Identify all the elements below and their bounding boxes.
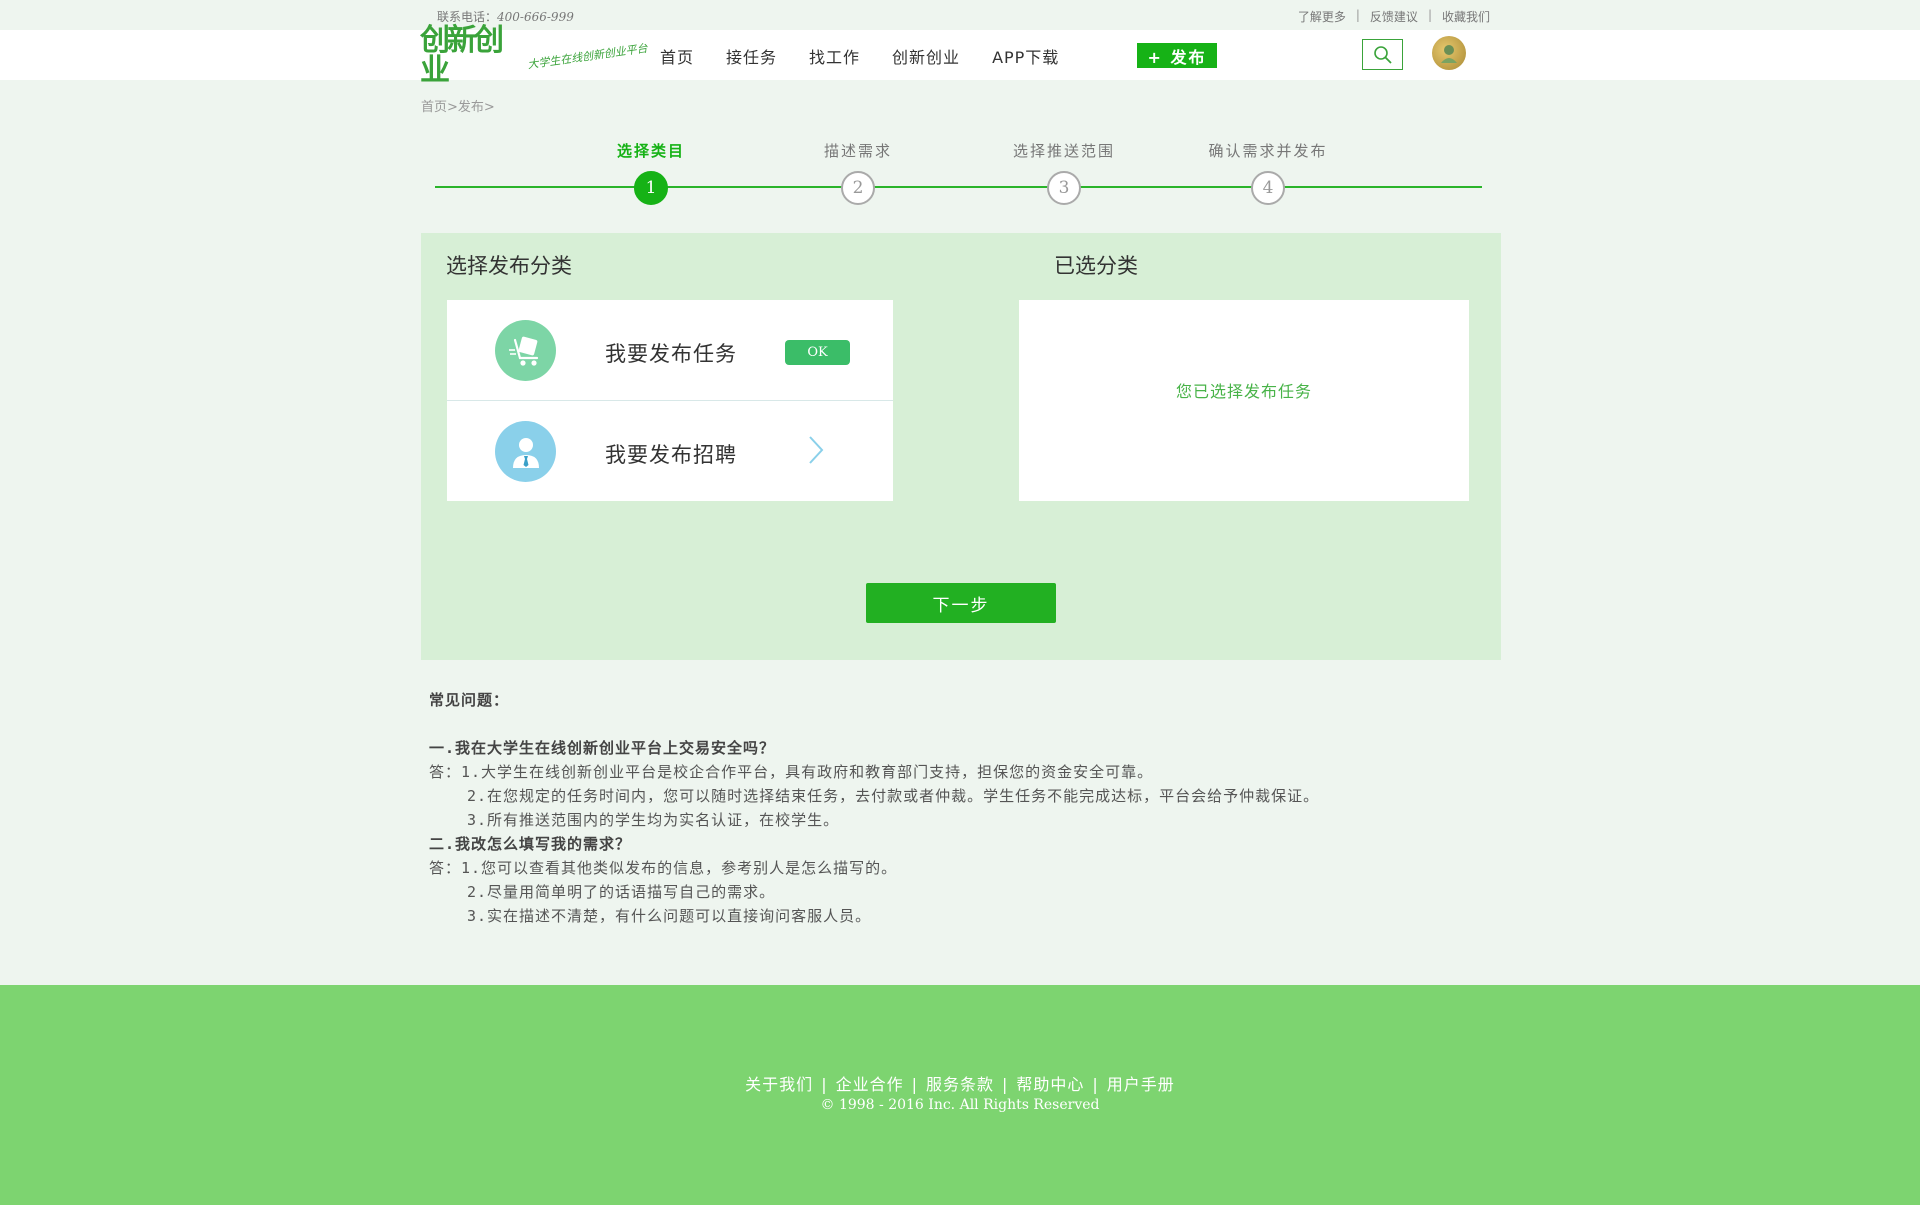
separator: |	[1355, 8, 1360, 22]
footer: 关于我们 | 企业合作 | 服务条款 | 帮助中心 | 用户手册 © 1998 - 2016 I…	[0, 985, 1920, 1205]
footer-links: 关于我们 | 企业合作 | 服务条款 | 帮助中心 | 用户手册	[0, 1071, 1920, 1095]
nav-jobs[interactable]: 找工作	[809, 44, 860, 68]
faq-title: 常见问题：	[429, 691, 510, 709]
copyright: © 1998 - 2016 Inc. All Rights Reserved	[820, 1097, 1100, 1113]
top-bar: 联系电话：400-666-999 了解更多 | 反馈建议 | 收藏我们	[0, 0, 1920, 30]
step-number: 4	[1251, 171, 1285, 205]
faq-answer: 3.所有推送范围内的学生均为实名认证，在校学生。	[467, 811, 840, 829]
publish-button[interactable]: + 发布	[1137, 43, 1217, 68]
avatar-icon	[1441, 45, 1457, 63]
search-icon	[1373, 45, 1392, 64]
step-label: 选择类目	[616, 142, 685, 160]
bookmark-link[interactable]: 收藏我们	[1442, 8, 1490, 25]
step-number: 3	[1047, 171, 1081, 205]
selected-category-box: 您已选择发布任务	[1019, 300, 1469, 501]
step-4: 确认需求并发布 4	[1198, 140, 1338, 205]
step-label: 确认需求并发布	[1208, 142, 1328, 160]
main-nav: 首页 接任务 找工作 创新创业 APP下载	[660, 44, 1091, 68]
logo-slogan: 大学生在线创新创业平台	[526, 41, 649, 72]
faq-answer: 答：1.您可以查看其他类似发布的信息，参考别人是怎么描写的。	[429, 859, 898, 877]
footer-about-link[interactable]: 关于我们	[745, 1075, 813, 1094]
footer-help-link[interactable]: 帮助中心	[1016, 1075, 1084, 1094]
category-list: 我要发布任务 OK 我要发布招聘	[447, 300, 893, 501]
footer-terms-link[interactable]: 服务条款	[926, 1075, 994, 1094]
chevron-right-icon	[809, 436, 824, 464]
separator: |	[821, 1075, 828, 1094]
separator: |	[1002, 1075, 1009, 1094]
header: 创新创业 大学生在线创新创业平台 首页 接任务 找工作 创新创业 APP下载 +…	[0, 26, 1920, 86]
learn-more-link[interactable]: 了解更多	[1298, 8, 1346, 25]
selected-category-text: 您已选择发布任务	[1175, 382, 1312, 401]
selected-category-heading: 已选分类	[1054, 254, 1138, 278]
choose-category-heading: 选择发布分类	[446, 254, 572, 278]
step-number: 1	[634, 171, 668, 205]
faq-answer: 3.实在描述不清楚，有什么问题可以直接询问客服人员。	[467, 907, 872, 925]
search-button[interactable]	[1362, 39, 1403, 70]
user-avatar[interactable]	[1432, 36, 1466, 70]
step-2: 描述需求 2	[788, 140, 928, 205]
step-label: 描述需求	[823, 142, 892, 160]
nav-app-download[interactable]: APP下载	[992, 44, 1059, 68]
nav-innovation[interactable]: 创新创业	[892, 44, 960, 68]
cart-icon	[495, 320, 556, 381]
phone-number: 400-666-999	[497, 10, 574, 24]
category-panel: 选择发布分类 已选分类 我要发布任务 OK 我要发布招聘 您已选择发布任务 下一…	[421, 233, 1501, 660]
faq-answer: 答：1.大学生在线创新创业平台是校企合作平台，具有政府和教育部门支持，担保您的资…	[429, 763, 1154, 781]
feedback-link[interactable]: 反馈建议	[1370, 8, 1418, 25]
separator: |	[911, 1075, 918, 1094]
step-number: 2	[841, 171, 875, 205]
faq-question: 一.我在大学生在线创新创业平台上交易安全吗？	[429, 739, 776, 757]
footer-partnership-link[interactable]: 企业合作	[836, 1075, 904, 1094]
faq-answer: 2.尽量用简单明了的话语描写自己的需求。	[467, 883, 776, 901]
site-logo[interactable]: 创新创业 大学生在线创新创业平台	[420, 26, 649, 86]
faq-section: 常见问题： 一.我在大学生在线创新创业平台上交易安全吗？ 答：1.大学生在线创新…	[429, 688, 1429, 928]
separator: |	[1092, 1075, 1099, 1094]
nav-home[interactable]: 首页	[660, 44, 694, 68]
logo-mark: 创新创业	[420, 23, 504, 88]
step-3: 选择推送范围 3	[994, 140, 1134, 205]
faq-question: 二.我改怎么填写我的需求？	[429, 835, 632, 853]
step-1: 选择类目 1	[581, 140, 721, 205]
category-publish-recruitment[interactable]: 我要发布招聘	[447, 400, 893, 500]
next-step-button[interactable]: 下一步	[866, 583, 1056, 623]
category-label: 我要发布任务	[605, 342, 737, 366]
breadcrumb[interactable]: 首页>发布>	[421, 96, 495, 115]
footer-manual-link[interactable]: 用户手册	[1107, 1075, 1175, 1094]
person-icon	[495, 421, 556, 482]
category-label: 我要发布招聘	[605, 443, 737, 467]
phone-label: 联系电话：	[437, 10, 498, 24]
category-publish-task[interactable]: 我要发布任务 OK	[447, 300, 893, 400]
faq-answer: 2.在您规定的任务时间内，您可以随时选择结束任务，去付款或者仲裁。学生任务不能完…	[467, 787, 1320, 805]
selected-ok-badge: OK	[785, 340, 850, 365]
nav-tasks[interactable]: 接任务	[726, 44, 777, 68]
top-links: 了解更多 | 反馈建议 | 收藏我们	[1298, 8, 1490, 25]
separator: |	[1427, 8, 1432, 22]
step-label: 选择推送范围	[1012, 142, 1115, 160]
step-progress: 选择类目 1 描述需求 2 选择推送范围 3 确认需求并发布 4	[435, 140, 1482, 210]
